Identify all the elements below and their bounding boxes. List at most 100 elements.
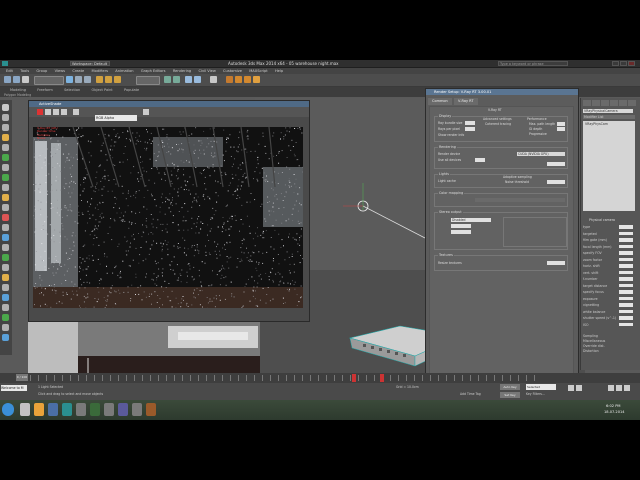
texture-size-field[interactable]: [547, 261, 565, 265]
tool-icon[interactable]: [2, 324, 9, 331]
tool-icon[interactable]: [2, 194, 9, 201]
param-field[interactable]: [619, 251, 633, 255]
play-icon[interactable]: [568, 385, 574, 391]
select-by-name-icon[interactable]: [75, 76, 82, 83]
taskbar-app-icon[interactable]: [146, 403, 156, 416]
display-tab-icon[interactable]: [619, 100, 627, 106]
param-field[interactable]: [619, 290, 633, 294]
selection-filter-dropdown[interactable]: [34, 76, 64, 85]
tool-icon[interactable]: [2, 114, 9, 121]
param-field[interactable]: [619, 316, 633, 320]
tool-icon[interactable]: [2, 254, 9, 261]
ribbon-tab[interactable]: Selection: [64, 88, 80, 93]
move-icon[interactable]: [96, 76, 103, 83]
minimize-button[interactable]: [612, 61, 619, 66]
motion-tab-icon[interactable]: [610, 100, 618, 106]
selected-dropdown[interactable]: Selected: [526, 384, 556, 390]
param-field[interactable]: [619, 309, 633, 313]
taskbar-app-icon[interactable]: [76, 403, 86, 416]
start-button-icon[interactable]: [2, 403, 14, 416]
tool-icon[interactable]: [2, 124, 9, 131]
tool-icon[interactable]: [2, 264, 9, 271]
timeline[interactable]: 0 / 100: [0, 373, 640, 383]
region-select-icon[interactable]: [84, 76, 91, 83]
undo-icon[interactable]: [4, 76, 11, 83]
stereo-field[interactable]: [451, 230, 471, 234]
orbit-icon[interactable]: [624, 385, 630, 391]
tool-icon[interactable]: [2, 314, 9, 321]
param-field[interactable]: [619, 303, 633, 307]
taskbar-app-icon[interactable]: [132, 403, 142, 416]
param-field[interactable]: [619, 270, 633, 274]
modify-tab-icon[interactable]: [592, 100, 600, 106]
render-frame-window[interactable]: ActiveShade RGB Alpha V-Ray RT GPU Rende…: [28, 100, 310, 322]
maximize-button[interactable]: [620, 61, 627, 66]
tool-icon[interactable]: [2, 304, 9, 311]
rollout-title[interactable]: Physical camera: [589, 218, 615, 222]
workspace-dropdown[interactable]: Workspace: Default: [70, 61, 110, 66]
adaptive-field[interactable]: [547, 180, 565, 184]
param-field[interactable]: [619, 322, 633, 326]
rotate-icon[interactable]: [105, 76, 112, 83]
param-field[interactable]: [619, 225, 633, 229]
reference-coordinate-dropdown[interactable]: [136, 76, 160, 85]
close-button[interactable]: [628, 61, 635, 66]
tool-icon[interactable]: [2, 174, 9, 181]
tool-icon[interactable]: [2, 334, 9, 341]
tab-common[interactable]: Common: [428, 98, 452, 105]
tool-icon[interactable]: [2, 164, 9, 171]
render-production-icon[interactable]: [253, 76, 260, 83]
tool-icon[interactable]: [2, 234, 9, 241]
param-field[interactable]: [619, 231, 633, 235]
save-image-icon[interactable]: [45, 109, 51, 115]
set-key-button[interactable]: Set Key: [500, 392, 520, 398]
param-field[interactable]: [619, 283, 633, 287]
taskbar-app-icon[interactable]: [118, 403, 128, 416]
ribbon-tab[interactable]: Populate: [124, 88, 139, 93]
angle-snap-icon[interactable]: [173, 76, 180, 83]
color-mapping-bar[interactable]: [475, 198, 565, 202]
utilities-tab-icon[interactable]: [628, 100, 636, 106]
channel-toggle-icon[interactable]: [143, 109, 149, 115]
material-editor-icon[interactable]: [226, 76, 233, 83]
ribbon-tab[interactable]: Freeform: [37, 88, 53, 93]
tool-icon[interactable]: [2, 134, 9, 141]
gi-depth-field[interactable]: [557, 127, 565, 131]
render-setup-icon[interactable]: [235, 76, 242, 83]
clear-icon[interactable]: [73, 109, 79, 115]
align-icon[interactable]: [194, 76, 201, 83]
search-input[interactable]: Type a keyword or phrase: [498, 61, 568, 66]
zoom-icon[interactable]: [608, 385, 614, 391]
ray-bundle-field[interactable]: [465, 121, 475, 125]
noise-field[interactable]: [547, 162, 565, 166]
add-time-tag-button[interactable]: Add Time Tag: [460, 392, 481, 396]
rollout-footer[interactable]: Miscellaneous: [583, 339, 605, 343]
clone-frame-icon[interactable]: [61, 109, 67, 115]
taskbar-app-icon[interactable]: [62, 403, 72, 416]
taskbar-app-icon[interactable]: [48, 403, 58, 416]
render-setup-titlebar[interactable]: Render Setup: V-Ray RT 3.00.01: [426, 89, 578, 95]
app-logo-icon[interactable]: [2, 61, 8, 66]
tool-icon[interactable]: [2, 224, 9, 231]
render-setup-dialog[interactable]: Render Setup: V-Ray RT 3.00.01 Common V-…: [425, 88, 579, 390]
rollout-footer[interactable]: Override dist.: [583, 344, 605, 348]
taskbar-app-icon[interactable]: [104, 403, 114, 416]
snap-icon[interactable]: [164, 76, 171, 83]
link-icon[interactable]: [22, 76, 29, 83]
render-image[interactable]: [33, 127, 303, 308]
stereo-field[interactable]: [451, 224, 471, 228]
key-filters-button[interactable]: Key Filters...: [526, 392, 545, 396]
select-object-icon[interactable]: [66, 76, 73, 83]
device-field[interactable]: [475, 158, 485, 162]
maxscript-listener[interactable]: Welcome to M: [1, 385, 27, 391]
param-field[interactable]: [619, 277, 633, 281]
scale-icon[interactable]: [114, 76, 121, 83]
next-frame-icon[interactable]: [576, 385, 582, 391]
tool-icon[interactable]: [2, 104, 9, 111]
tool-icon[interactable]: [2, 274, 9, 281]
stack-item[interactable]: VRayPhysCam: [585, 122, 608, 126]
rollout-footer[interactable]: Distortion: [583, 349, 599, 353]
tool-icon[interactable]: [2, 244, 9, 251]
channel-dropdown[interactable]: RGB Alpha: [95, 115, 137, 121]
tool-icon[interactable]: [2, 144, 9, 151]
